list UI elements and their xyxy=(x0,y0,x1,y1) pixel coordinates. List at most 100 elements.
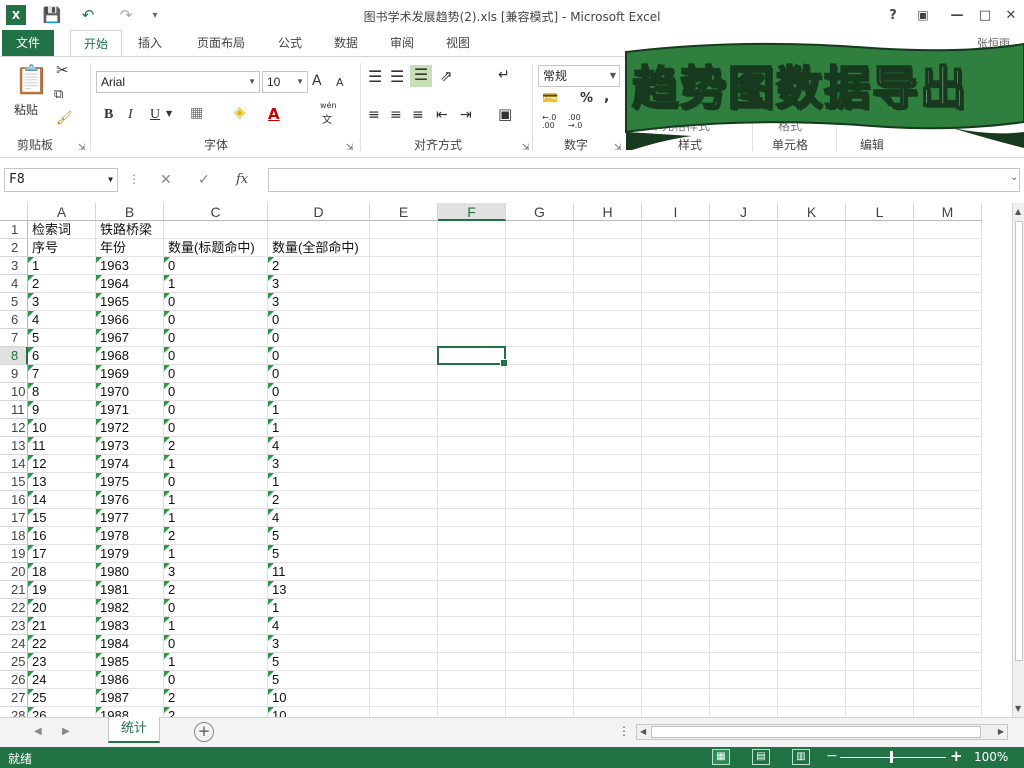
zoom-out-button[interactable]: − xyxy=(826,748,838,764)
cell-b3[interactable]: 1963 xyxy=(96,257,164,275)
percent-style-button[interactable]: % xyxy=(580,91,593,106)
cell-b19[interactable]: 1979 xyxy=(96,545,164,563)
column-header-d[interactable]: D xyxy=(268,203,370,221)
vertical-scroll-thumb[interactable] xyxy=(1015,221,1023,661)
row-header[interactable]: 15 xyxy=(0,473,28,491)
cell-a17[interactable]: 15 xyxy=(28,509,96,527)
cell-c20[interactable]: 3 xyxy=(164,563,268,581)
cell-d7[interactable]: 0 xyxy=(268,329,370,347)
cell-b16[interactable]: 1976 xyxy=(96,491,164,509)
cell-c23[interactable]: 1 xyxy=(164,617,268,635)
cell-a5[interactable]: 3 xyxy=(28,293,96,311)
column-header-g[interactable]: G xyxy=(506,203,574,221)
cell-d4[interactable]: 3 xyxy=(268,275,370,293)
bottom-align-icon[interactable]: ☰ xyxy=(410,65,432,87)
cell-a15[interactable]: 13 xyxy=(28,473,96,491)
enter-icon[interactable]: ✓ xyxy=(198,172,210,188)
row-header[interactable]: 13 xyxy=(0,437,28,455)
cell-a4[interactable]: 2 xyxy=(28,275,96,293)
cell-c28[interactable]: 2 xyxy=(164,707,268,717)
cell-a28[interactable]: 26 xyxy=(28,707,96,717)
name-box[interactable]: F8 ▼ xyxy=(4,168,118,192)
cell-d5[interactable]: 3 xyxy=(268,293,370,311)
cell-a9[interactable]: 7 xyxy=(28,365,96,383)
column-header-h[interactable]: H xyxy=(574,203,642,221)
tab-insert[interactable]: 插入 xyxy=(128,30,172,56)
row-header[interactable]: 25 xyxy=(0,653,28,671)
zoom-in-button[interactable]: + xyxy=(950,747,963,765)
cell-b27[interactable]: 1987 xyxy=(96,689,164,707)
cell-b25[interactable]: 1985 xyxy=(96,653,164,671)
top-align-icon[interactable]: ☰ xyxy=(368,67,382,86)
wrap-text-icon[interactable]: ↵ xyxy=(498,67,510,83)
cell-a23[interactable]: 21 xyxy=(28,617,96,635)
number-dialog-launcher-icon[interactable]: ⇲ xyxy=(614,143,622,153)
cell-c12[interactable]: 0 xyxy=(164,419,268,437)
vertical-scrollbar[interactable]: ▲ ▼ xyxy=(1012,203,1024,717)
row-header[interactable]: 12 xyxy=(0,419,28,437)
cell-c3[interactable]: 0 xyxy=(164,257,268,275)
column-header-k[interactable]: K xyxy=(778,203,846,221)
formula-input[interactable] xyxy=(268,168,1020,192)
row-header[interactable]: 19 xyxy=(0,545,28,563)
row-header[interactable]: 23 xyxy=(0,617,28,635)
cell-d17[interactable]: 4 xyxy=(268,509,370,527)
cell-d8[interactable]: 0 xyxy=(268,347,370,365)
cell-c27[interactable]: 2 xyxy=(164,689,268,707)
cell-d12[interactable]: 1 xyxy=(268,419,370,437)
row-header[interactable]: 2 xyxy=(0,239,28,257)
row-header[interactable]: 9 xyxy=(0,365,28,383)
font-dialog-launcher-icon[interactable]: ⇲ xyxy=(346,143,354,153)
cell-b10[interactable]: 1970 xyxy=(96,383,164,401)
cell-b13[interactable]: 1973 xyxy=(96,437,164,455)
cell-a13[interactable]: 11 xyxy=(28,437,96,455)
row-header[interactable]: 3 xyxy=(0,257,28,275)
format-painter-icon[interactable]: 🖌 xyxy=(56,111,73,126)
cell-b12[interactable]: 1972 xyxy=(96,419,164,437)
row-header[interactable]: 10 xyxy=(0,383,28,401)
zoom-slider-track[interactable] xyxy=(840,757,946,758)
cell-a6[interactable]: 4 xyxy=(28,311,96,329)
cell-b15[interactable]: 1975 xyxy=(96,473,164,491)
cell-b1[interactable]: 铁路桥梁 xyxy=(96,221,164,239)
cell-d14[interactable]: 3 xyxy=(268,455,370,473)
decrease-decimal-bottom[interactable]: →.0 xyxy=(568,121,582,130)
copy-icon[interactable]: ⧉ xyxy=(54,87,63,102)
normal-view-button[interactable]: ▦ xyxy=(712,749,730,765)
worksheet-grid[interactable]: A B C D E F G H I J K L M 1 检索词 铁路桥梁 2 序号 年份 数量(标题命中) 数量(全部命… xyxy=(0,203,1012,717)
cell-b18[interactable]: 1978 xyxy=(96,527,164,545)
paste-icon[interactable]: 📋 xyxy=(14,63,49,96)
column-header-f[interactable]: F xyxy=(438,203,506,221)
row-header[interactable]: 24 xyxy=(0,635,28,653)
cell-a14[interactable]: 12 xyxy=(28,455,96,473)
cell-b17[interactable]: 1977 xyxy=(96,509,164,527)
cell-a20[interactable]: 18 xyxy=(28,563,96,581)
minimize-button[interactable]: — xyxy=(944,4,970,26)
cancel-icon[interactable]: ✕ xyxy=(160,172,172,188)
cell-d22[interactable]: 1 xyxy=(268,599,370,617)
font-size-select[interactable]: 10 ▼ xyxy=(262,71,308,93)
cell-c16[interactable]: 1 xyxy=(164,491,268,509)
cell-c13[interactable]: 2 xyxy=(164,437,268,455)
cell-a25[interactable]: 23 xyxy=(28,653,96,671)
page-layout-view-button[interactable]: ▤ xyxy=(752,749,770,765)
bold-button[interactable]: B xyxy=(104,107,113,123)
row-header[interactable]: 11 xyxy=(0,401,28,419)
accounting-format-icon[interactable]: 💳 xyxy=(542,91,558,106)
cell-d18[interactable]: 5 xyxy=(268,527,370,545)
middle-align-icon[interactable]: ☰ xyxy=(390,67,404,86)
cell-a3[interactable]: 1 xyxy=(28,257,96,275)
cell-a16[interactable]: 14 xyxy=(28,491,96,509)
cell-c17[interactable]: 1 xyxy=(164,509,268,527)
cell-c9[interactable]: 0 xyxy=(164,365,268,383)
cell-d23[interactable]: 4 xyxy=(268,617,370,635)
cell-b22[interactable]: 1982 xyxy=(96,599,164,617)
tab-formulas[interactable]: 公式 xyxy=(268,30,312,56)
horizontal-scrollbar[interactable]: ◀ ▶ xyxy=(636,724,1008,740)
insert-function-button[interactable]: fx xyxy=(236,172,248,187)
cell-d11[interactable]: 1 xyxy=(268,401,370,419)
shrink-font-button[interactable]: A xyxy=(336,76,344,89)
sheet-tab-statistics[interactable]: 统计 xyxy=(108,717,160,743)
cell-a2[interactable]: 序号 xyxy=(28,239,96,257)
comma-style-button[interactable]: , xyxy=(604,89,609,105)
